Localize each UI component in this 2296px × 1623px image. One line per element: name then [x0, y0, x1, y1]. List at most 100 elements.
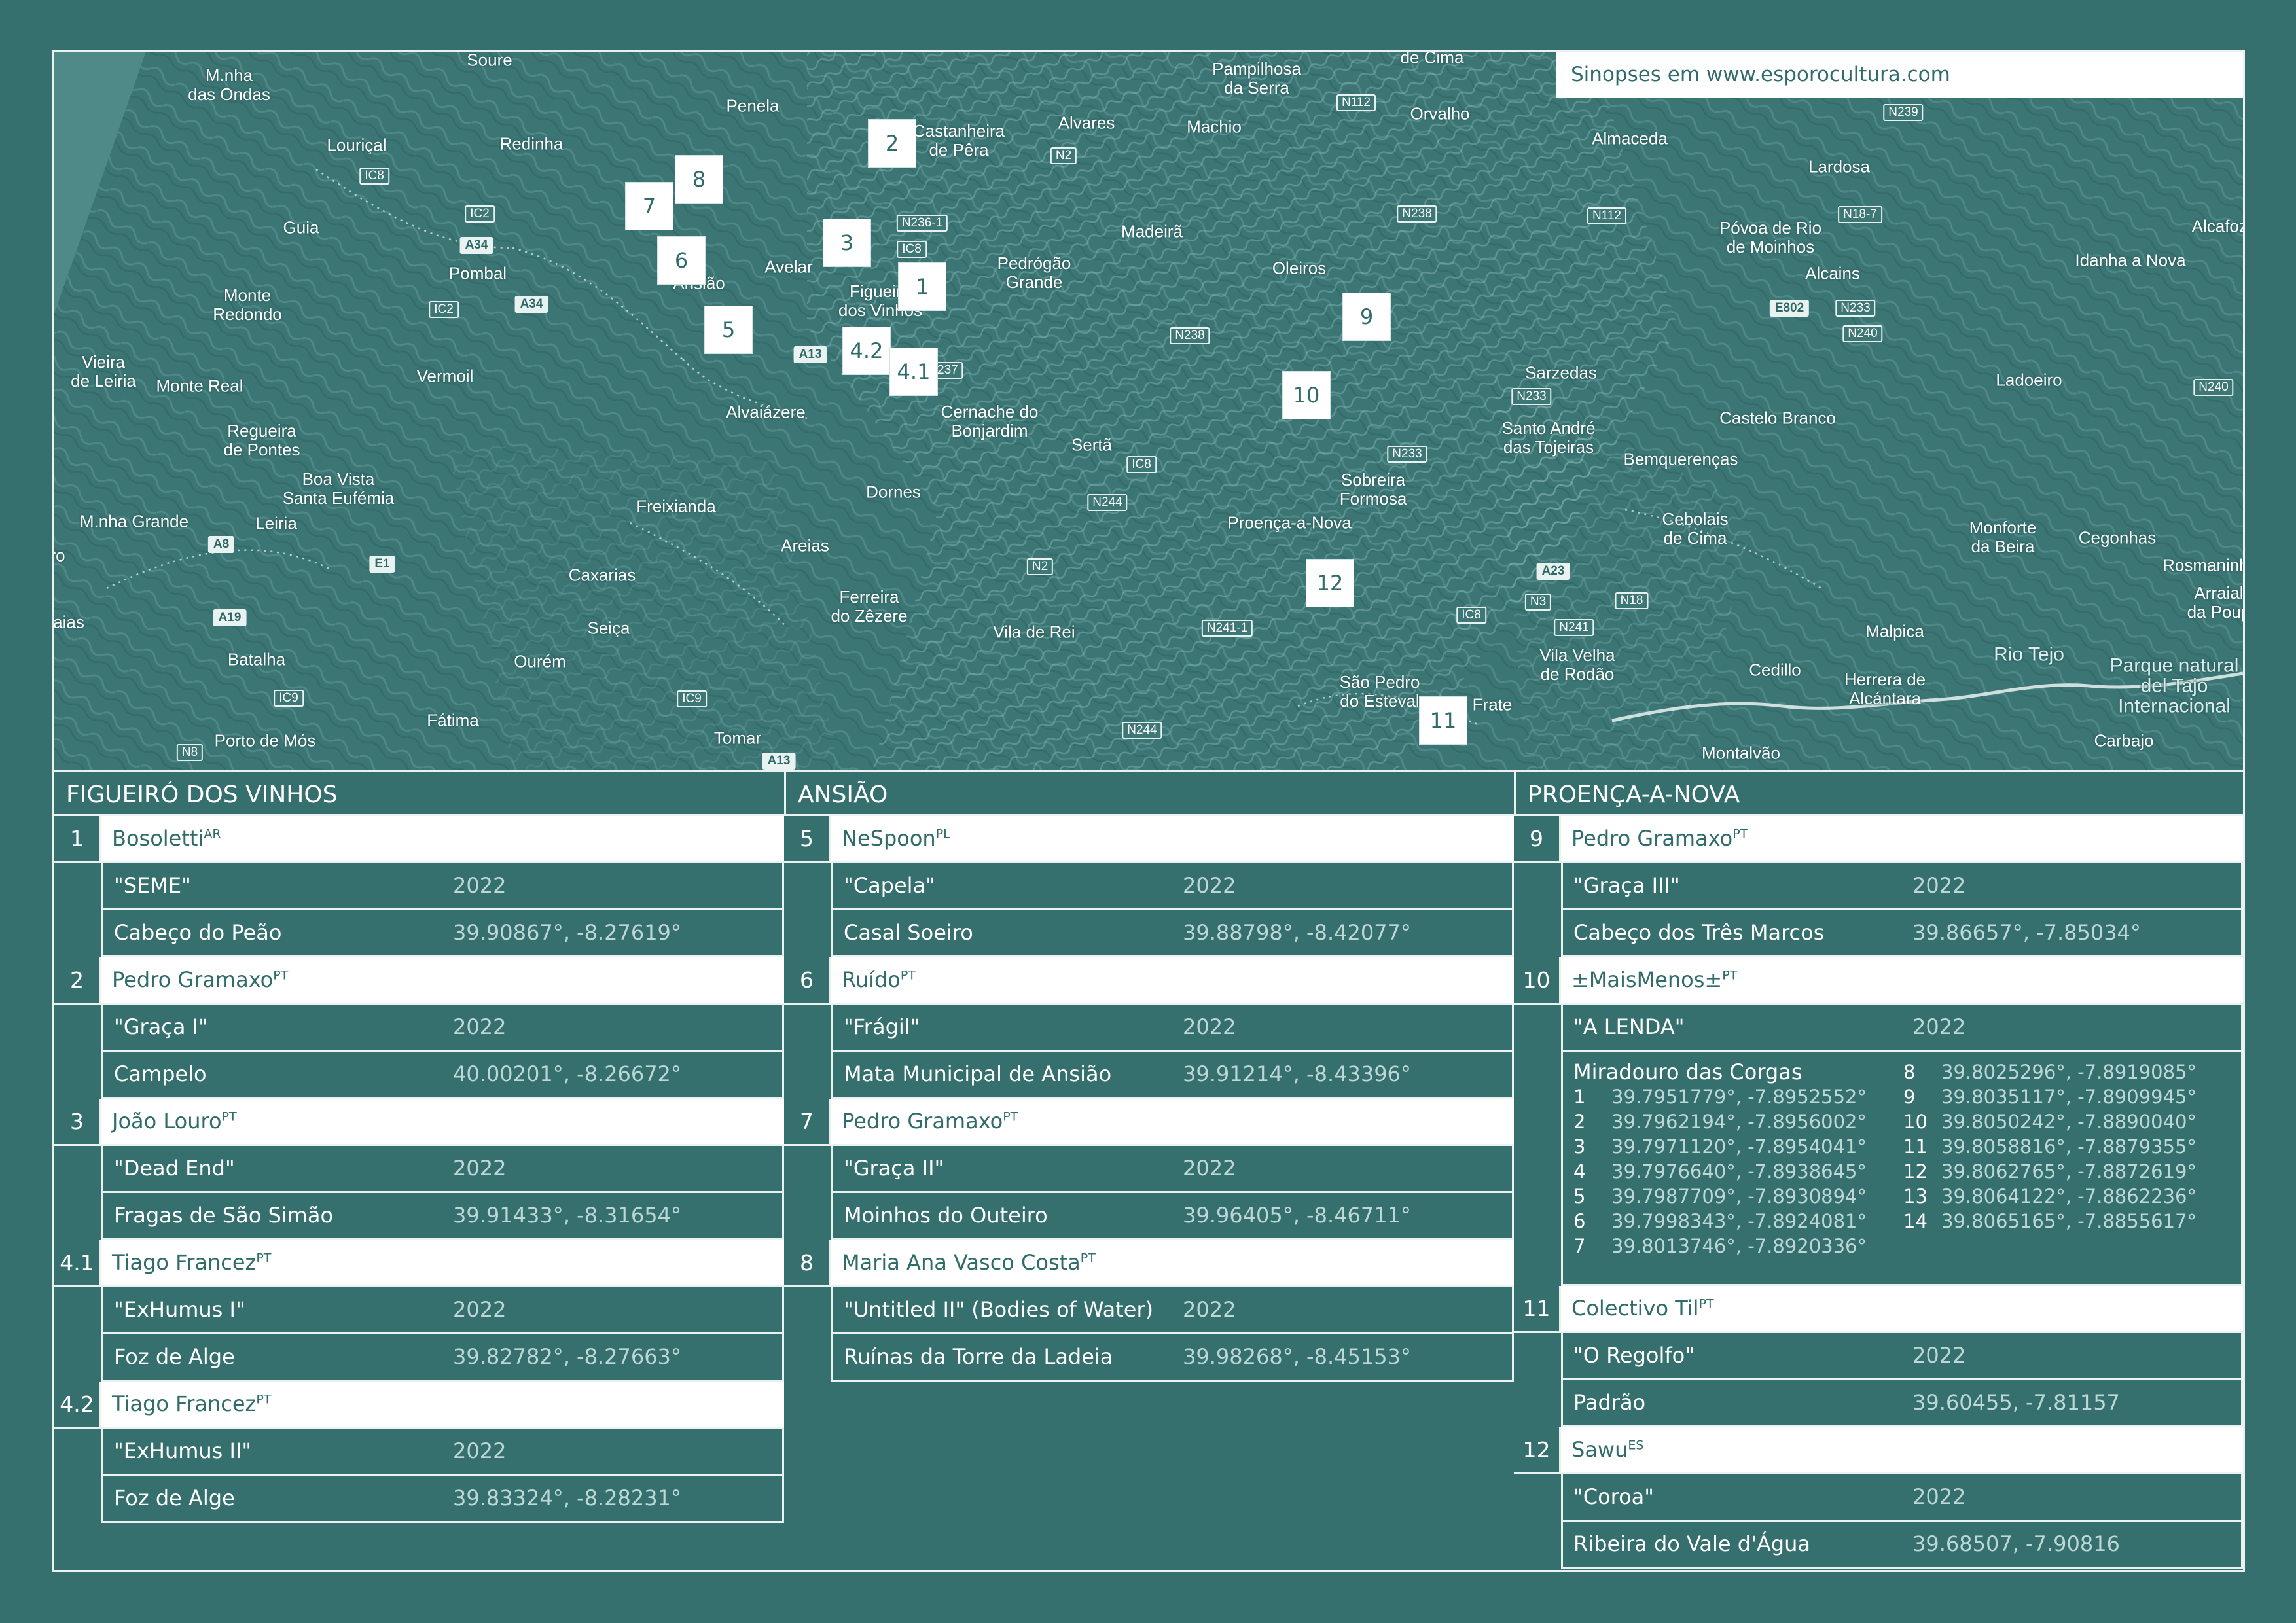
- place-label: Alcains: [1805, 263, 1860, 283]
- site-marker[interactable]: 12: [1306, 560, 1354, 607]
- artist-name[interactable]: Tiago FrancezPT: [101, 1382, 784, 1427]
- site-number: 5: [784, 816, 831, 861]
- artist-row[interactable]: 7 Pedro GramaxoPT: [784, 1099, 1514, 1146]
- point-index: 11: [1903, 1135, 1928, 1158]
- artist-name[interactable]: Maria Ana Vasco CostaPT: [831, 1240, 1514, 1285]
- artist-name-text: Pedro Gramaxo: [842, 1109, 1003, 1133]
- map[interactable]: Soure M.nha das Ondas Penela Castanheira de…: [54, 52, 2243, 770]
- road-badge: A19: [213, 609, 247, 626]
- location-name: Fragas de São Simão: [114, 1203, 334, 1228]
- place-label: Almaceda: [1592, 128, 1668, 149]
- artist-name[interactable]: SawuES: [1561, 1427, 2243, 1472]
- work-title: "Frágil": [844, 1014, 920, 1039]
- place-label: Malpica: [1865, 621, 1924, 641]
- point-coords: 39.8035117°, -7.8909945°: [1941, 1086, 2197, 1108]
- road-badge: N112: [1336, 94, 1376, 111]
- artist-name[interactable]: Pedro GramaxoPT: [101, 957, 784, 1003]
- coordinate-point: 9 39.8035117°, -7.8909945°: [1903, 1084, 2197, 1109]
- work-title: "Untitled II" (Bodies of Water): [844, 1297, 1154, 1322]
- artist-row[interactable]: 8 Maria Ana Vasco CostaPT: [784, 1240, 1514, 1287]
- site-marker[interactable]: 5: [705, 306, 752, 353]
- place-label: Freixianda: [636, 496, 716, 516]
- artist-name[interactable]: Pedro GramaxoPT: [831, 1099, 1514, 1144]
- country-code: PT: [1080, 1251, 1096, 1266]
- artist-row[interactable]: 6 RuídoPT: [784, 957, 1514, 1005]
- place-label: Carbajo: [2094, 730, 2154, 751]
- place-label: Areias: [781, 535, 829, 556]
- work-row: "ExHumus II" 2022: [101, 1429, 784, 1476]
- location-coords: 39.82782°, -8.27663°: [453, 1344, 681, 1369]
- place-label: Vila Velha de Rodão: [1539, 645, 1615, 684]
- country-code: PT: [273, 968, 289, 983]
- place-label: Oleiros: [1272, 258, 1327, 278]
- artist-name-text: Tiago Francez: [112, 1391, 257, 1416]
- site-marker[interactable]: 10: [1283, 372, 1330, 419]
- work-year: 2022: [1183, 1156, 1236, 1181]
- site-number: 4.2: [54, 1382, 101, 1427]
- artist-name[interactable]: Pedro GramaxoPT: [1561, 816, 2243, 861]
- location-points: Miradouro das Corgas 1 39.7951779°, -7.895…: [1561, 1052, 2243, 1286]
- artist-row[interactable]: 11 Colectivo TilPT: [1514, 1286, 2243, 1333]
- artist-row[interactable]: 1 BosolettiAR: [54, 816, 784, 863]
- artist-name[interactable]: João LouroPT: [101, 1099, 784, 1144]
- artist-name[interactable]: ±MaisMenos±PT: [1561, 957, 2243, 1003]
- location-name: Casal Soeiro: [844, 920, 973, 945]
- work-year: 2022: [1912, 1484, 1966, 1509]
- road-badge: N2: [1050, 147, 1077, 164]
- artist-name[interactable]: Colectivo TilPT: [1561, 1286, 2243, 1331]
- artist-row[interactable]: 5 NeSpoonPL: [784, 816, 1514, 863]
- point-coords: 39.7987709°, -7.8930894°: [1611, 1185, 1867, 1207]
- artist-row[interactable]: 3 João LouroPT: [54, 1099, 784, 1146]
- location-row: Foz de Alge 39.83324°, -8.28231°: [101, 1476, 784, 1523]
- site-marker[interactable]: 2: [869, 120, 916, 167]
- location-name: Cabeço dos Três Marcos: [1573, 920, 1825, 945]
- site-marker[interactable]: 3: [823, 219, 870, 266]
- site-marker[interactable]: 9: [1343, 293, 1390, 340]
- site-marker[interactable]: 8: [675, 156, 723, 203]
- artist-name-text: NeSpoon: [842, 826, 936, 851]
- artist-row[interactable]: 2 Pedro GramaxoPT: [54, 957, 784, 1005]
- artist-row[interactable]: 4.2 Tiago FrancezPT: [54, 1382, 784, 1429]
- work-year: 2022: [1912, 873, 1966, 898]
- road-badge: IC9: [274, 690, 304, 707]
- work-title: "Graça II": [844, 1156, 944, 1181]
- artist-row[interactable]: 9 Pedro GramaxoPT: [1514, 816, 2243, 863]
- place-label: Louriçal: [327, 135, 387, 155]
- site-marker[interactable]: 6: [658, 237, 705, 284]
- place-label: Santo André das Tojeiras: [1501, 418, 1596, 457]
- location-name: Moinhos do Outeiro: [844, 1203, 1048, 1228]
- place-label: Guia: [283, 217, 319, 238]
- section-title: ANSIÃO: [784, 770, 1514, 816]
- location-coords: 39.86657°, -7.85034°: [1912, 920, 2141, 945]
- site-marker[interactable]: 4.2: [843, 327, 890, 374]
- work-year: 2022: [453, 1438, 507, 1463]
- artist-name-text: Colectivo Til: [1571, 1296, 1699, 1321]
- location-name: Foz de Alge: [114, 1344, 235, 1369]
- artist-row[interactable]: 10 ±MaisMenos±PT: [1514, 957, 2243, 1005]
- site-marker[interactable]: 7: [626, 183, 673, 230]
- road-badge: N18: [1615, 592, 1649, 609]
- artist-row[interactable]: 4.1 Tiago FrancezPT: [54, 1240, 784, 1287]
- site-number: 1: [54, 816, 101, 861]
- point-index: 6: [1573, 1210, 1586, 1232]
- site-marker[interactable]: 1: [899, 263, 946, 310]
- artist-name[interactable]: NeSpoonPL: [831, 816, 1514, 861]
- artist-name-text: Pedro Gramaxo: [112, 967, 274, 992]
- artist-name[interactable]: RuídoPT: [831, 957, 1514, 1003]
- artist-row[interactable]: 12 SawuES: [1514, 1427, 2243, 1474]
- artist-name[interactable]: BosolettiAR: [101, 816, 784, 861]
- place-label: Alvares: [1058, 113, 1115, 133]
- artist-name[interactable]: Tiago FrancezPT: [101, 1240, 784, 1285]
- site-marker[interactable]: 11: [1420, 697, 1467, 744]
- point-coords: 39.8013746°, -7.8920336°: [1611, 1235, 1867, 1257]
- country-code: PL: [935, 827, 950, 842]
- work-row: "SEME" 2022: [101, 863, 784, 910]
- road-badge: N241: [1554, 619, 1594, 636]
- place-label: Orvalho: [1410, 103, 1470, 124]
- site-marker[interactable]: 4.1: [890, 348, 937, 395]
- place-label: Proença-a-Nova: [1227, 512, 1352, 533]
- site-number: 8: [784, 1240, 831, 1285]
- work-row: "Frágil" 2022: [831, 1005, 1514, 1052]
- synopsis-link[interactable]: Sinopses em www.esporocultura.com: [1556, 52, 2243, 98]
- place-label: Monte Real: [156, 376, 243, 396]
